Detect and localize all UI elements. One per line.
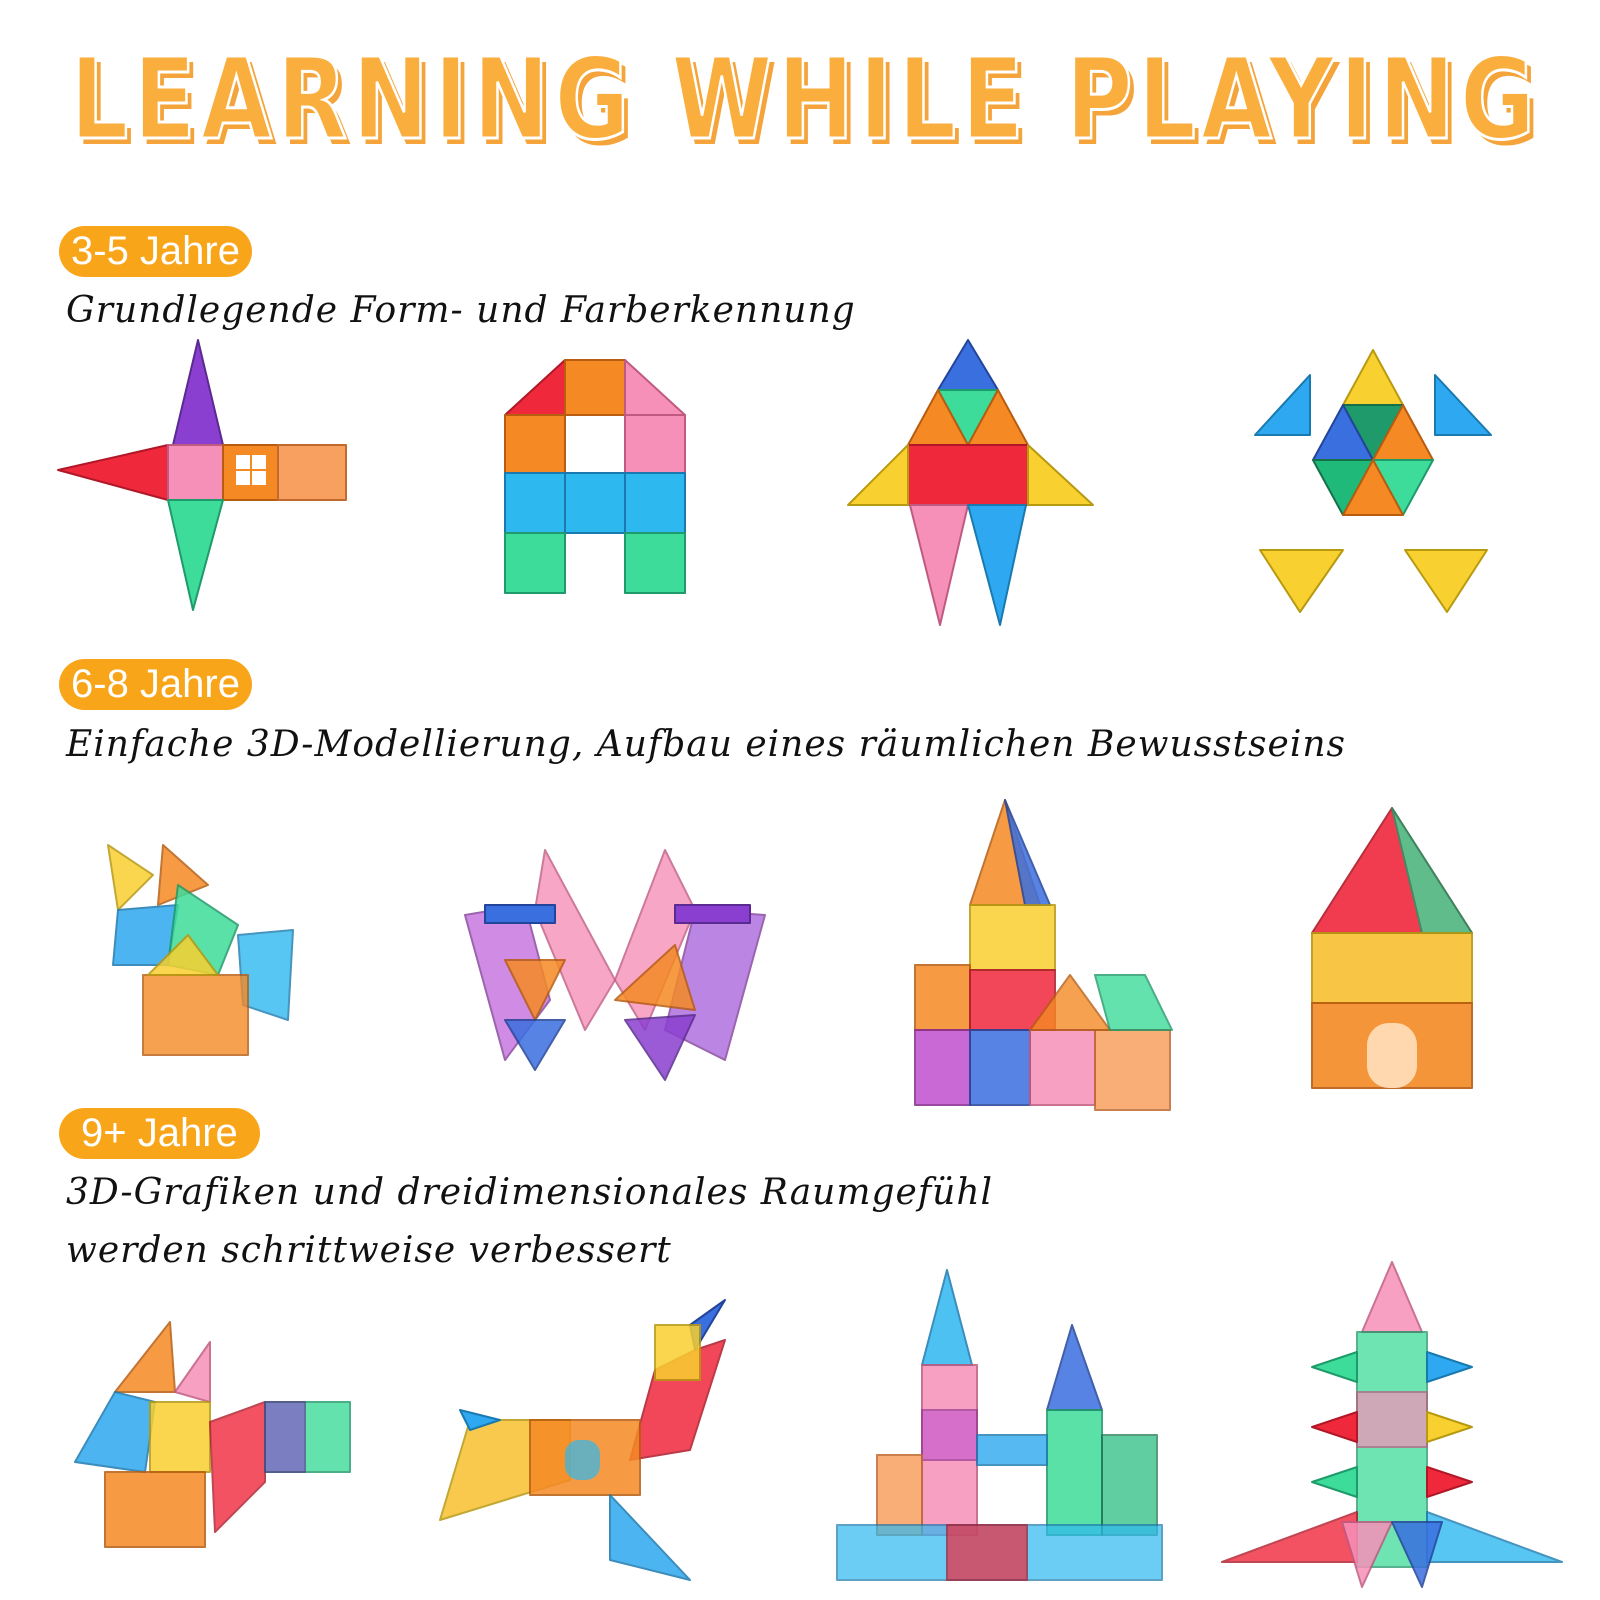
section-description-9-plus-line-1: 3D-Grafiken und dreidimensionales Raumge… xyxy=(66,1172,994,1213)
section-description-9-plus-line-2: werden schrittweise verbessert xyxy=(66,1230,672,1271)
title-text: LEARNING WHILE PLAYING xyxy=(70,35,1540,155)
age-badge-3-5: 3-5 Jahre xyxy=(59,226,252,277)
model-castle-tower xyxy=(910,799,1175,1112)
model-airplane xyxy=(439,1299,726,1582)
model-butterfly xyxy=(464,849,766,1085)
model-castle xyxy=(836,1269,1163,1585)
page-title: LEARNING WHILE PLAYING LEARNING WHILE PL… xyxy=(69,34,1540,156)
model-animal-cubes xyxy=(74,1321,355,1552)
model-letter-a xyxy=(504,359,686,595)
age-badge-9-plus: 9+ Jahre xyxy=(59,1108,260,1159)
model-fox xyxy=(107,844,294,1060)
model-rocket-tree xyxy=(1221,1261,1563,1588)
section-description-3-5: Grundlegende Form- und Farberkennung xyxy=(66,290,856,331)
model-hexagonal-tower xyxy=(1311,807,1473,1090)
model-triangle-rocket xyxy=(847,339,1098,626)
model-turtle xyxy=(1254,349,1492,615)
age-badge-6-8: 6-8 Jahre xyxy=(59,659,252,710)
model-star-rocket xyxy=(57,339,348,615)
section-description-6-8: Einfache 3D-Modellierung, Aufbau eines r… xyxy=(66,724,1347,765)
